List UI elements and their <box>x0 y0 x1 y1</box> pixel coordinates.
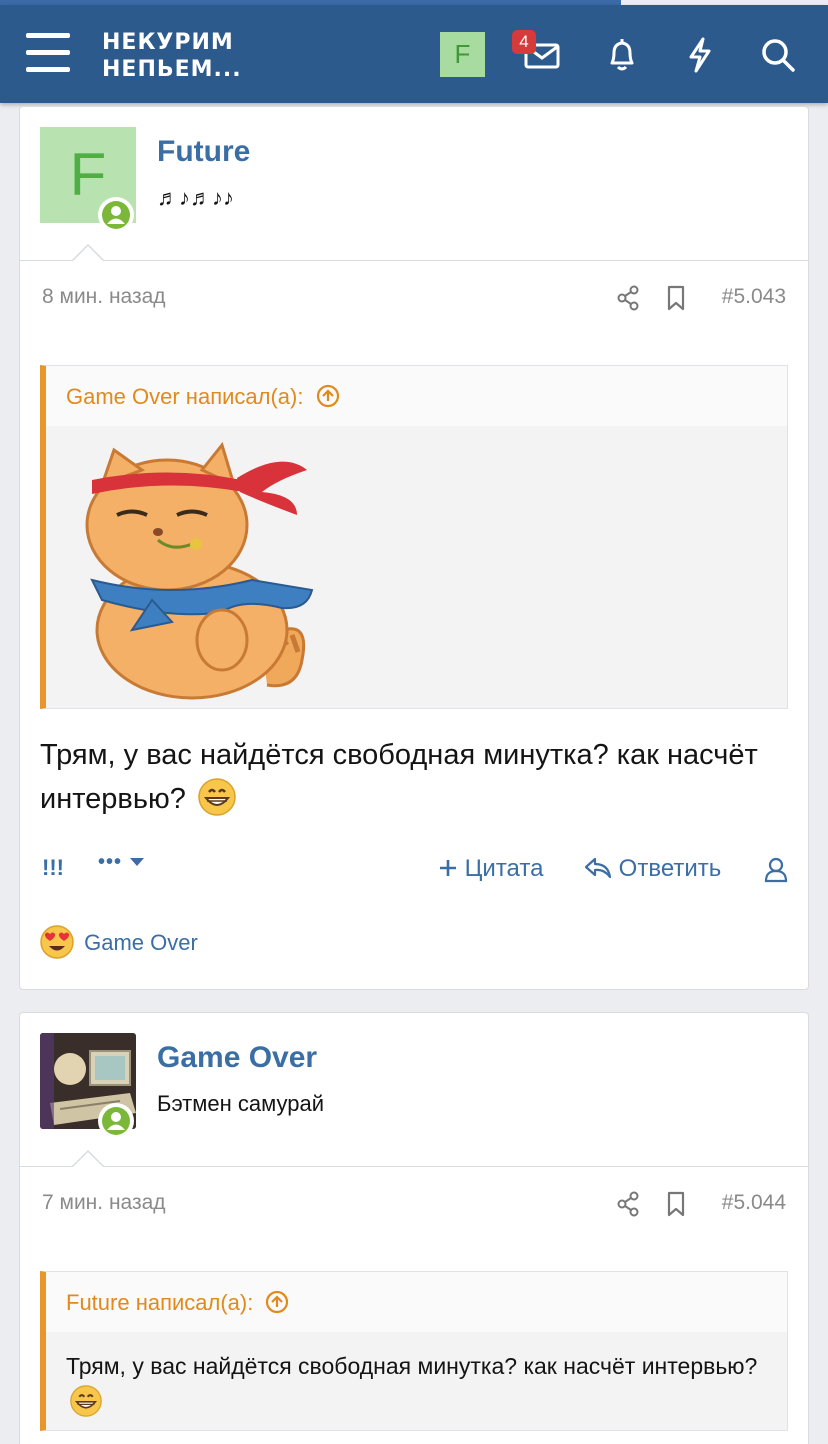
caret-down-icon <box>129 858 144 866</box>
site-logo[interactable]: НЕКУРИМ НЕПЬЕМ... <box>102 29 242 83</box>
username[interactable]: Future <box>157 135 250 169</box>
reactions-bar[interactable]: Game Over <box>40 925 198 959</box>
post-time[interactable]: 8 мин. назад <box>42 285 166 309</box>
pointer-arrow <box>72 1149 104 1167</box>
reaction-user[interactable]: Game Over <box>84 930 198 955</box>
quote-content <box>46 426 787 708</box>
user-profile-icon[interactable] <box>764 857 788 883</box>
report-button[interactable]: !!! <box>42 855 64 881</box>
bookmark-icon[interactable] <box>666 1191 686 1217</box>
reply-button[interactable]: Ответить <box>584 855 721 883</box>
quote-header[interactable]: Future написал(а): <box>46 1272 787 1332</box>
quote-author: Game Over написал(а): <box>66 384 304 409</box>
post-user-header: Game Over Бэтмен самурай <box>20 1013 808 1167</box>
heart-eyes-emoji-icon <box>40 925 74 959</box>
username[interactable]: Game Over <box>157 1041 317 1075</box>
arrow-up-circle-icon[interactable] <box>316 384 340 408</box>
post: F Future ♬♪♬♪♪ 8 мин. назад #5.043 Game … <box>19 106 809 990</box>
quote-header[interactable]: Game Over написал(а): <box>46 366 787 426</box>
plus-icon <box>440 860 456 876</box>
quote-button[interactable]: Цитата <box>438 855 543 883</box>
share-icon[interactable] <box>616 1191 640 1217</box>
post-time[interactable]: 7 мин. назад <box>42 1191 166 1215</box>
quote-author: Future написал(а): <box>66 1290 254 1315</box>
quote-block: Game Over написал(а): <box>40 365 788 709</box>
post-user-header: F Future ♬♪♬♪♪ <box>20 107 808 261</box>
online-status-icon <box>98 197 134 233</box>
post-actions: !!! ••• Цитата Ответить <box>20 851 810 895</box>
user-title: Бэтмен самурай <box>157 1091 324 1116</box>
more-options-button[interactable]: ••• <box>98 851 145 874</box>
account-avatar[interactable]: F <box>440 32 485 77</box>
grinning-emoji-icon <box>198 778 236 816</box>
inbox-badge: 4 <box>512 30 536 54</box>
reply-icon <box>584 857 612 879</box>
menu-icon[interactable] <box>26 33 70 73</box>
grinning-emoji-icon <box>70 1385 102 1417</box>
top-navigation-bar: НЕКУРИМ НЕПЬЕМ... F 4 <box>0 5 828 103</box>
post-meta: 7 мин. назад #5.044 <box>20 1167 808 1241</box>
pointer-arrow <box>72 243 104 261</box>
message-text: Трям, у вас найдётся свободная минутка? … <box>40 739 758 815</box>
arrow-up-circle-icon[interactable] <box>265 1290 289 1314</box>
logo-line-2: НЕПЬЕМ... <box>102 57 242 82</box>
cat-sticker-image <box>85 441 314 700</box>
logo-line-1: НЕКУРИМ <box>102 30 234 55</box>
user-title: ♬♪♬♪♪ <box>157 185 234 210</box>
lightning-icon[interactable] <box>680 35 720 75</box>
post-meta: 8 мин. назад #5.043 <box>20 261 808 335</box>
online-status-icon <box>98 1103 134 1139</box>
bell-icon[interactable] <box>602 35 642 75</box>
post-number[interactable]: #5.044 <box>722 1191 786 1215</box>
post-message: Трям, у вас найдётся свободная минутка? … <box>40 733 790 821</box>
post: Game Over Бэтмен самурай 7 мин. назад #5… <box>19 1012 809 1444</box>
quote-content: Трям, у вас найдётся свободная минутка? … <box>46 1332 787 1430</box>
quote-block: Future написал(а): Трям, у вас найдётся … <box>40 1271 788 1431</box>
share-icon[interactable] <box>616 285 640 311</box>
search-icon[interactable] <box>758 35 798 75</box>
quote-text: Трям, у вас найдётся свободная минутка? … <box>66 1353 758 1379</box>
post-number[interactable]: #5.043 <box>722 285 786 309</box>
bookmark-icon[interactable] <box>666 285 686 311</box>
